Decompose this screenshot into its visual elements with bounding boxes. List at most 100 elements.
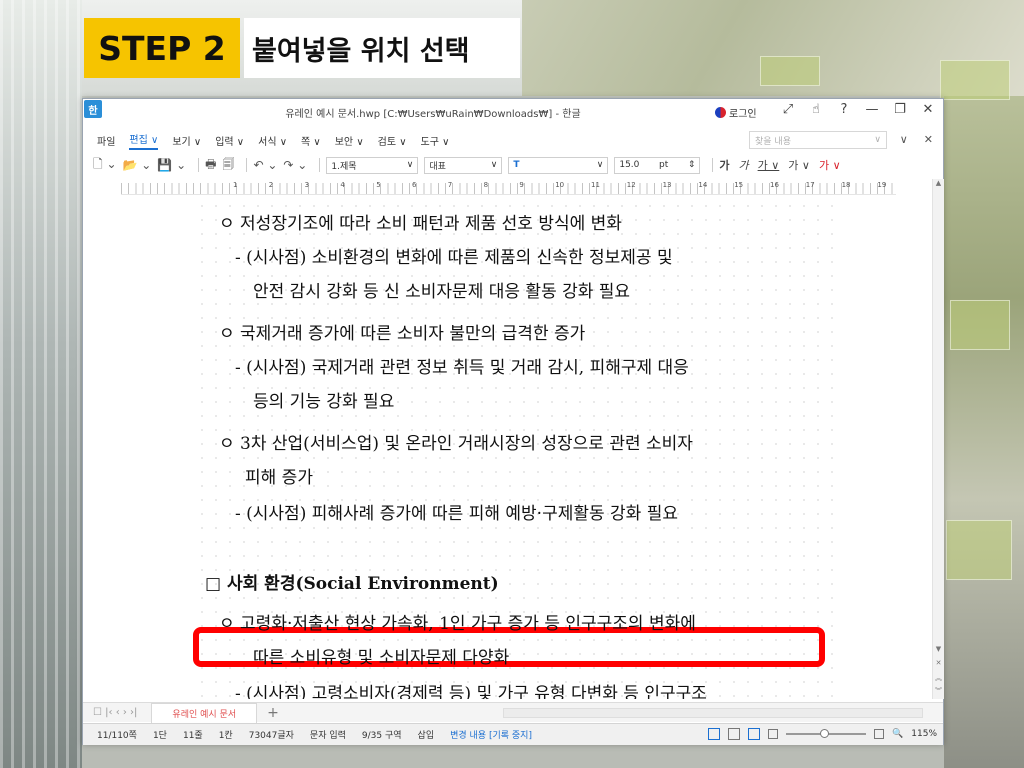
scroll-up-icon[interactable]: ▲: [933, 179, 944, 191]
ruler-number: 11: [591, 181, 600, 189]
window-controls: ⤢ ☝ ? — ❐ ✕: [781, 102, 935, 117]
style-select[interactable]: 1.제목 ∨: [326, 156, 419, 174]
menu-review[interactable]: 검토 ∨: [378, 133, 407, 148]
ribbon-close-icon[interactable]: ✕: [924, 133, 933, 146]
redo-icon[interactable]: ↷ ⌄: [283, 158, 307, 172]
open-folder-icon[interactable]: 📂 ⌄: [123, 158, 152, 172]
toolbar-divider: [712, 158, 714, 172]
doc-line: - (시사점) 고령소비자(경제력 등) 및 가구 유형 다변화 등 인구구조: [235, 684, 707, 699]
add-tab-button[interactable]: +: [267, 705, 279, 721]
style-value: 1.제목: [331, 161, 357, 172]
ruler-number: 3: [304, 181, 310, 189]
menu-view[interactable]: 보기 ∨: [172, 133, 201, 148]
italic-button[interactable]: 가: [738, 157, 748, 173]
minimize-button[interactable]: —: [865, 102, 879, 117]
page-down-icon[interactable]: ︾: [933, 686, 944, 698]
chevron-down-icon: ∨: [406, 160, 414, 170]
strikethrough-button[interactable]: 가 ∨: [788, 157, 810, 173]
chevron-down-icon: ∨: [490, 160, 498, 170]
zoom-icon[interactable]: 🔍: [892, 729, 903, 739]
doc-line: - (시사점) 피해사례 증가에 따른 피해 예방·구제활동 강화 필요: [235, 504, 679, 524]
font-icon: T: [513, 160, 520, 170]
vertical-scrollbar[interactable]: ▲ ▼ ✕ ︽ ︾: [932, 179, 944, 699]
hangul-app-icon: 한: [84, 100, 102, 118]
stepper-icon: ⇕: [687, 160, 696, 170]
hwp-window: 한 유레인 예시 문서.hwp [C:₩Users₩uRain₩Download…: [82, 98, 944, 745]
preview-icon[interactable]: 🗐: [222, 155, 234, 176]
status-track-changes[interactable]: 변경 내용 [기록 중지]: [450, 728, 532, 741]
menu-format[interactable]: 서식 ∨: [258, 133, 287, 148]
ribbon-expand-icon[interactable]: ∨: [900, 133, 908, 146]
zoom-slider-knob[interactable]: [820, 729, 830, 738]
background-bottom: [82, 745, 944, 768]
login-label: 로그인: [729, 109, 757, 120]
menu-tools[interactable]: 도구 ∨: [421, 133, 450, 148]
zoom-in-icon[interactable]: [874, 729, 885, 739]
font-color-button[interactable]: 가 ∨: [819, 157, 841, 173]
toolbar-divider: [319, 158, 321, 172]
toolbar: 🗋 ⌄ 📂 ⌄ 💾 ⌄ 🖶 🗐 ↶ ⌄ ↷ ⌄ 1.제목 ∨ 대표 ∨ T ∨ …: [83, 153, 943, 177]
ruler-number: 12: [626, 181, 636, 189]
window-title: 유레인 예시 문서.hwp [C:₩Users₩uRain₩Downloads₩…: [285, 109, 581, 120]
bold-button[interactable]: 가: [719, 157, 729, 173]
hand-icon[interactable]: ☝: [809, 102, 823, 117]
section-heading: □ 사회 환경(Social Environment): [205, 574, 499, 594]
menu-file[interactable]: 파일: [97, 133, 115, 148]
ruler-number: 14: [698, 181, 708, 189]
doc-line: 안전 감시 강화 등 신 소비자문제 대응 활동 강화 필요: [253, 282, 631, 302]
scroll-down-icon[interactable]: ▼: [933, 645, 944, 657]
background-balcony: [950, 300, 1010, 350]
status-page[interactable]: 11/110쪽: [97, 728, 137, 741]
new-document-icon[interactable]: 🗋 ⌄: [93, 155, 117, 176]
zoom-out-icon[interactable]: [768, 729, 779, 739]
ruler-number: 16: [770, 181, 779, 189]
account-icon: [715, 107, 726, 118]
tab-document[interactable]: 유레인 예시 문서: [151, 702, 258, 723]
undo-icon[interactable]: ↶ ⌄: [253, 158, 277, 172]
menu-page[interactable]: 쪽 ∨: [301, 133, 321, 148]
ruler-number: 17: [805, 181, 815, 189]
close-icon[interactable]: ✕: [933, 659, 944, 671]
status-right: 🔍 115%: [708, 728, 937, 740]
menu-security[interactable]: 보안 ∨: [335, 133, 364, 148]
find-placeholder: 찾을 내용: [755, 136, 791, 147]
zoom-level[interactable]: 115%: [911, 729, 937, 739]
font-group-select[interactable]: 대표 ∨: [424, 156, 503, 174]
ruler[interactable]: 1 2 3 4 5 6 7 8 9 10 11 12 13 14 15 16 17 18 19: [83, 179, 943, 199]
font-select[interactable]: T ∨: [508, 156, 609, 174]
doc-line: ㅇ 저성장기조에 따라 소비 패턴과 제품 선호 방식에 변화: [219, 214, 622, 234]
menu-input[interactable]: 입력 ∨: [215, 133, 244, 148]
doc-line: 따른 소비유형 및 소비자문제 다양화: [253, 648, 510, 668]
ruler-number: 15: [734, 181, 744, 189]
login-button[interactable]: 로그인: [715, 105, 757, 120]
single-page-icon[interactable]: [748, 728, 761, 740]
font-group-value: 대표: [429, 161, 446, 172]
font-size-unit: pt: [658, 160, 669, 170]
menu-edit[interactable]: 편집 ∨: [129, 131, 159, 150]
tab-navigation[interactable]: ☐ |‹ ‹ › ›|: [93, 707, 137, 718]
help-icon[interactable]: ?: [837, 102, 851, 117]
print-icon[interactable]: 🖶: [205, 155, 216, 176]
restore-button[interactable]: ❐: [893, 102, 907, 117]
width-view-icon[interactable]: [728, 728, 741, 740]
save-icon[interactable]: 💾 ⌄: [157, 158, 186, 172]
status-chars: 73047글자: [248, 731, 294, 741]
status-col: 1칸: [218, 731, 233, 741]
document-tab-bar: ☐ |‹ ‹ › ›| 유레인 예시 문서 +: [83, 702, 943, 723]
fullscreen-icon[interactable]: ⤢: [781, 102, 795, 117]
underline-button[interactable]: 가 ∨: [758, 157, 780, 173]
status-bar: 11/110쪽 1단 11줄 1칸 73047글자 문자 입력 9/35 구역 …: [83, 723, 943, 745]
page-view-icon[interactable]: [708, 728, 721, 740]
horizontal-scrollbar[interactable]: [503, 708, 923, 718]
ruler-number: 19: [877, 181, 887, 189]
page-up-icon[interactable]: ︽: [933, 673, 944, 685]
chevron-down-icon: ∨: [874, 135, 881, 145]
status-insert[interactable]: 삽입: [418, 728, 435, 741]
menu-right-controls: ∨ ✕: [900, 133, 933, 146]
font-size-input[interactable]: 15.0 pt ⇕: [614, 156, 701, 174]
close-button[interactable]: ✕: [921, 102, 935, 117]
toolbar-divider: [198, 158, 200, 172]
find-input[interactable]: 찾을 내용 ∨: [749, 131, 887, 149]
zoom-slider[interactable]: [786, 729, 867, 738]
document-page[interactable]: ㅇ 저성장기조에 따라 소비 패턴과 제품 선호 방식에 변화 - (시사점) …: [83, 199, 932, 699]
